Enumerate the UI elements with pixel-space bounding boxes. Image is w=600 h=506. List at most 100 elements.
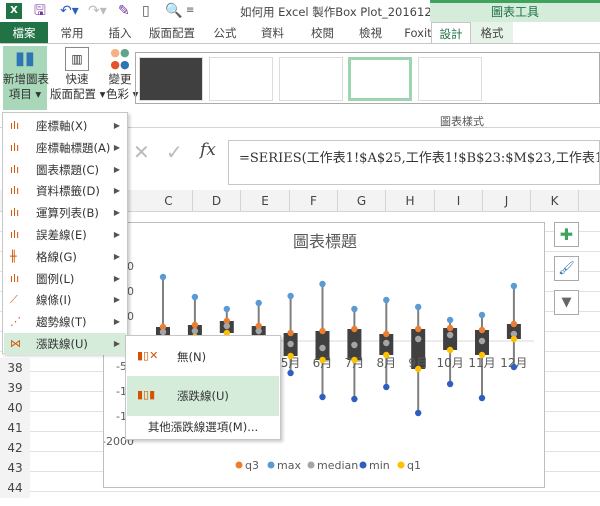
legend-label: q1 — [407, 459, 421, 472]
legend-marker-max — [267, 461, 275, 469]
row-header[interactable]: 42 — [0, 438, 30, 458]
tab-formulas[interactable]: 公式 — [205, 22, 245, 44]
enter-icon[interactable]: ✓ — [166, 140, 183, 164]
tab-page-layout[interactable]: 版面配置 — [142, 22, 202, 44]
axes-icon: ılı — [10, 119, 20, 132]
submenu-arrow-icon: ▶ — [113, 251, 120, 261]
column-header[interactable]: F — [290, 190, 338, 212]
menu-item[interactable]: ılı 資料標籤(D) ▶ — [4, 180, 126, 202]
menu-item[interactable]: ılı 誤差線(E) ▶ — [4, 224, 126, 246]
row-header[interactable]: 44 — [0, 478, 30, 498]
data-point-median — [287, 340, 294, 348]
menu-item[interactable]: ılı 圖例(L) ▶ — [4, 268, 126, 290]
redo-icon[interactable]: ↷▾ — [88, 2, 107, 20]
customize-icon[interactable]: ≡ — [186, 2, 194, 20]
undo-icon[interactable]: ↶▾ — [60, 2, 79, 20]
chart-element-icon: ▮▮ — [15, 48, 35, 69]
row-header[interactable]: 40 — [0, 398, 30, 418]
menu-item[interactable]: ılı 圖表標題(C) ▶ — [4, 159, 126, 181]
tab-format[interactable]: 格式 — [471, 22, 513, 44]
chart-styles-group-label: 圖表樣式 — [440, 115, 484, 128]
submenu-arrow-icon: ▶ — [113, 186, 120, 196]
chart-style-3[interactable] — [279, 57, 343, 101]
chart-style-5[interactable] — [418, 57, 482, 101]
chart-style-4[interactable] — [348, 57, 412, 101]
data-point-min — [510, 363, 518, 371]
row-header[interactable]: 38 — [0, 358, 30, 378]
data-point-min — [383, 383, 390, 391]
column-header[interactable]: H — [386, 190, 435, 212]
column-header[interactable]: D — [193, 190, 241, 212]
chart-style-1[interactable] — [139, 57, 203, 101]
data-point-median — [351, 341, 358, 349]
tab-design[interactable]: 設計 — [431, 22, 471, 44]
tab-view[interactable]: 檢視 — [348, 22, 393, 44]
menu-item-none[interactable]: ▮▯✕ 無(N) — [127, 337, 279, 377]
data-table-icon: ılı — [10, 206, 20, 220]
column-header[interactable]: K — [531, 190, 579, 212]
data-point-min — [478, 394, 486, 402]
menu-item-updown-bars[interactable]: ▮▯▮ 漲跌線(U) — [127, 376, 279, 416]
new-icon[interactable]: ▯ — [142, 2, 150, 20]
legend-label: max — [277, 459, 301, 472]
column-header[interactable]: E — [241, 190, 290, 212]
menu-item-label: 無(N) — [177, 350, 207, 364]
excel-icon: X — [6, 3, 22, 19]
submenu-arrow-icon: ▶ — [113, 295, 120, 305]
chart-filter-icon[interactable]: ▼ — [554, 290, 579, 315]
column-header[interactable]: C — [145, 190, 193, 212]
data-point-median — [191, 327, 199, 335]
data-point-max — [478, 311, 486, 319]
submenu-arrow-icon: ▶ — [113, 142, 120, 152]
menu-item-more-options[interactable]: 其他漲跌線選項(M)... — [127, 416, 279, 438]
tab-review[interactable]: 校閱 — [300, 22, 345, 44]
legend-marker-q3 — [235, 461, 243, 469]
column-header[interactable]: I — [435, 190, 483, 212]
quick-layout-button[interactable]: ▥ 快速 版面配置 ▾ — [50, 46, 105, 102]
tab-insert[interactable]: 插入 — [100, 22, 140, 44]
cancel-icon[interactable]: ✕ — [133, 140, 150, 164]
insert-function-icon[interactable]: fx — [200, 140, 216, 160]
menu-item[interactable]: ⟋ 線條(I) ▶ — [4, 289, 126, 311]
menu-item[interactable]: ılı 座標軸(X) ▶ — [4, 115, 126, 137]
menu-item[interactable]: ⋈ 漲跌線(U) ▶ — [4, 333, 126, 355]
chart-styles-brush-icon[interactable]: 🖌 — [554, 256, 579, 281]
row-header[interactable]: 43 — [0, 458, 30, 478]
form-icon[interactable]: ✎ — [118, 2, 130, 20]
menu-item[interactable]: ╫ 格線(G) ▶ — [4, 246, 126, 268]
column-header[interactable]: J — [483, 190, 531, 212]
data-point-min — [446, 380, 454, 388]
add-element-label: 新增圖表 — [3, 72, 49, 86]
title-bar: X 🖫 ↶▾ ↷▾ ✎ ▯ 🔍 ≡ 如何用 Excel 製作Box Plot_2… — [0, 0, 600, 22]
tab-data[interactable]: 資料 — [250, 22, 295, 44]
preview-icon[interactable]: 🔍 — [165, 2, 182, 20]
lines-icon: ⟋ — [10, 293, 18, 307]
save-icon[interactable]: 🖫 — [34, 2, 46, 20]
chart-title-icon: ılı — [10, 162, 20, 176]
data-point-min — [287, 369, 294, 377]
column-header[interactable]: G — [338, 190, 386, 212]
data-labels-icon: ılı — [10, 184, 20, 198]
chart-elements-plus-icon[interactable]: ✚ — [554, 222, 579, 247]
add-chart-element-button[interactable]: ▮▮ 新增圖表 項目 ▾ — [3, 46, 49, 110]
menu-item[interactable]: ⋰ 趨勢線(T) ▶ — [4, 311, 126, 333]
menu-item[interactable]: ılı 座標軸標題(A) ▶ — [4, 137, 126, 159]
submenu-arrow-icon: ▶ — [113, 339, 120, 348]
menu-item[interactable]: ılı 運算列表(B) ▶ — [4, 202, 126, 224]
chart-tools-label: 圖表工具 — [430, 0, 600, 22]
formula-input[interactable]: =SERIES(工作表1!$A$25,工作表1!$B$23:$M$23,工作表1… — [228, 140, 600, 185]
submenu-arrow-icon: ▶ — [113, 208, 120, 218]
submenu-arrow-icon: ▶ — [113, 121, 120, 130]
chart-style-2[interactable] — [209, 57, 273, 101]
data-point-max — [446, 316, 454, 324]
data-point-q3 — [446, 324, 454, 332]
data-point-q1 — [319, 356, 326, 364]
legend-marker-q1 — [397, 461, 405, 469]
chart-title: 圖表標題 — [293, 232, 357, 251]
menu-item-label: 漲跌線(U) — [36, 337, 88, 351]
row-header[interactable]: 41 — [0, 418, 30, 438]
change-colors-button[interactable]: ●● ●● 變更 色彩 ▾ — [106, 46, 138, 102]
row-header[interactable]: 39 — [0, 378, 30, 398]
tab-file[interactable]: 檔案 — [0, 22, 48, 44]
tab-home[interactable]: 常用 — [52, 22, 92, 44]
